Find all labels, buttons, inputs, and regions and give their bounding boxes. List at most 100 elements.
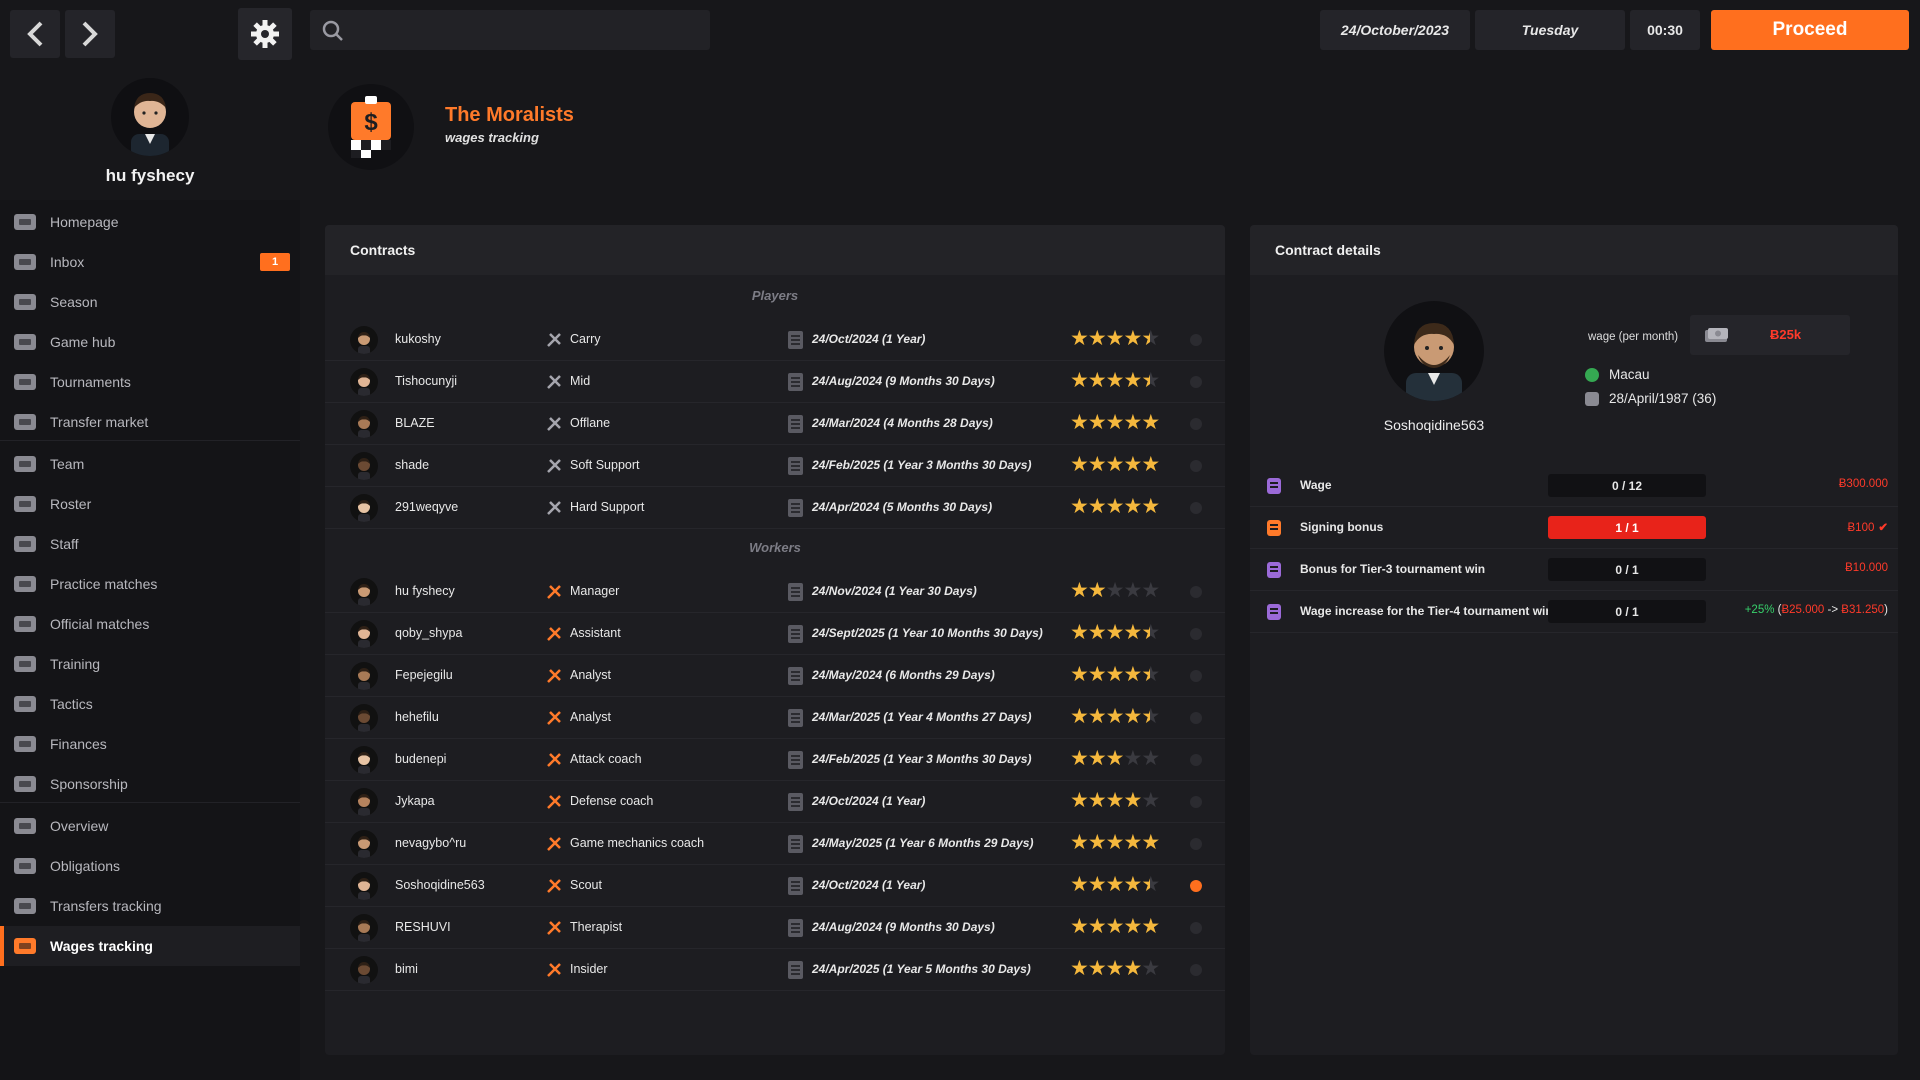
sidebar-item-game-hub[interactable]: Game hub <box>0 322 300 362</box>
term-icon <box>1264 602 1284 622</box>
sidebar-item-label: Transfer market <box>50 414 149 430</box>
top-bar: 24/October/2023 Tuesday 00:30 Proceed <box>0 0 1920 62</box>
selection-indicator[interactable] <box>1190 754 1202 766</box>
sidebar-item-overview[interactable]: Overview <box>0 806 300 846</box>
settings-button[interactable] <box>238 8 292 60</box>
search-bar[interactable] <box>310 10 710 50</box>
search-input[interactable] <box>354 10 704 50</box>
contract-end-date: 24/Sept/2025 (1 Year 10 Months 30 Days) <box>812 626 1043 640</box>
person-name: 291weqyve <box>395 500 459 514</box>
sidebar-item-obligations[interactable]: Obligations <box>0 846 300 886</box>
contract-row[interactable]: Tishocunyji Mid 24/Aug/2024 (9 Months 30 D… <box>325 361 1225 403</box>
gear-icon <box>251 20 279 48</box>
contract-row[interactable]: bimi Insider 24/Apr/2025 (1 Year 5 Months … <box>325 949 1225 991</box>
star-rating: ★★★★★ <box>1070 453 1160 476</box>
selection-indicator[interactable] <box>1190 922 1202 934</box>
selection-indicator[interactable] <box>1190 712 1202 724</box>
star-rating: ★★★★★ <box>1070 915 1160 938</box>
person-name: hehefilu <box>395 710 439 724</box>
contract-end-date: 24/Feb/2025 (1 Year 3 Months 30 Days) <box>812 752 1032 766</box>
sidebar-item-label: Practice matches <box>50 576 158 592</box>
sidebar-item-practice-matches[interactable]: Practice matches <box>0 564 300 604</box>
term-value: Ƀ300.000 <box>1838 478 1888 490</box>
selection-indicator[interactable] <box>1190 334 1202 346</box>
sidebar-item-staff[interactable]: Staff <box>0 524 300 564</box>
sidebar-item-label: Tournaments <box>50 374 131 390</box>
term-label: Signing bonus <box>1300 520 1384 534</box>
selection-indicator[interactable] <box>1190 628 1202 640</box>
contract-row[interactable]: 291weqyve Hard Support 24/Apr/2024 (5 Mont… <box>325 487 1225 529</box>
sidebar-item-roster[interactable]: Roster <box>0 484 300 524</box>
wage-label: wage (per month) <box>1588 331 1679 343</box>
term-label: Wage <box>1300 478 1332 492</box>
back-button[interactable] <box>10 10 60 58</box>
term-value: Ƀ100 ✔ <box>1847 522 1889 534</box>
star-rating: ★★★★★ <box>1070 411 1160 434</box>
term-value: +25% (Ƀ25.000 -> Ƀ31.250) <box>1744 604 1888 616</box>
sidebar-item-team[interactable]: Team <box>0 444 300 484</box>
person-name: kukoshy <box>395 332 441 346</box>
svg-text:$: $ <box>364 109 378 136</box>
sidebar-item-season[interactable]: Season <box>0 282 300 322</box>
avatar <box>350 956 378 984</box>
selection-indicator[interactable] <box>1190 502 1202 514</box>
selection-indicator[interactable] <box>1190 376 1202 388</box>
contract-document-icon <box>788 583 803 601</box>
star-rating: ★★★★★ <box>1070 663 1160 686</box>
sidebar-item-transfer-market[interactable]: Transfer market <box>0 402 300 442</box>
selection-indicator[interactable] <box>1190 796 1202 808</box>
trophy-icon <box>10 370 40 394</box>
contract-end-date: 24/Oct/2024 (1 Year) <box>812 794 926 808</box>
contract-row[interactable]: kukoshy Carry 24/Oct/2024 (1 Year) ★★★★★ <box>325 319 1225 361</box>
transfer-icon <box>10 410 40 434</box>
selection-indicator[interactable] <box>1190 460 1202 472</box>
person-name: hu fyshecy <box>395 584 455 598</box>
proceed-button[interactable]: Proceed <box>1711 10 1909 50</box>
selection-indicator[interactable] <box>1190 880 1202 892</box>
contract-row[interactable]: budenepi Attack coach 24/Feb/2025 (1 Year … <box>325 739 1225 781</box>
star-rating: ★★★★★ <box>1070 369 1160 392</box>
sidebar-item-inbox[interactable]: Inbox 1 <box>0 242 300 282</box>
contract-row[interactable]: Fepejegilu Analyst 24/May/2024 (6 Months 2… <box>325 655 1225 697</box>
birthdate-text: 28/April/1987 (36) <box>1609 391 1717 406</box>
sidebar-item-finances[interactable]: Finances <box>0 724 300 764</box>
forward-button[interactable] <box>65 10 115 58</box>
sidebar-item-tactics[interactable]: Tactics <box>0 684 300 724</box>
contract-row[interactable]: nevagybo^ru Game mechanics coach 24/May/20… <box>325 823 1225 865</box>
check-icon: ✔ <box>1878 522 1888 534</box>
contract-row[interactable]: RESHUVI Therapist 24/Aug/2024 (9 Months 30… <box>325 907 1225 949</box>
selection-indicator[interactable] <box>1190 586 1202 598</box>
contract-row[interactable]: Soshoqidine563 Scout 24/Oct/2024 (1 Year) ★… <box>325 865 1225 907</box>
contract-end-date: 24/Mar/2025 (1 Year 4 Months 27 Days) <box>812 710 1032 724</box>
contract-row[interactable]: hehefilu Analyst 24/Mar/2025 (1 Year 4 Mon… <box>325 697 1225 739</box>
person-name: nevagybo^ru <box>395 836 467 850</box>
avatar[interactable] <box>111 78 189 156</box>
official-match-icon <box>10 612 40 636</box>
sidebar-item-homepage[interactable]: Homepage <box>0 202 300 242</box>
contract-row[interactable]: Jykapa Defense coach 24/Oct/2024 (1 Year) ★… <box>325 781 1225 823</box>
sidebar-item-label: Team <box>50 456 85 472</box>
selection-indicator[interactable] <box>1190 838 1202 850</box>
sidebar-item-transfers-tracking[interactable]: Transfers tracking <box>0 886 300 926</box>
selection-indicator[interactable] <box>1190 670 1202 682</box>
sidebar-item-wages-tracking[interactable]: Wages tracking <box>0 926 300 966</box>
star-rating: ★★★★★ <box>1070 327 1160 350</box>
sidebar-item-sponsorship[interactable]: Sponsorship <box>0 764 300 804</box>
term-progress: 0 / 1 <box>1548 600 1706 623</box>
contract-row[interactable]: qoby_shypa Assistant 24/Sept/2025 (1 Year … <box>325 613 1225 655</box>
term-label: Bonus for Tier-3 tournament win <box>1300 562 1486 576</box>
contracts-panel: Contracts Players kukoshy Carry 24/Oct/202… <box>325 225 1225 1055</box>
selection-indicator[interactable] <box>1190 418 1202 430</box>
sidebar-item-tournaments[interactable]: Tournaments <box>0 362 300 402</box>
contract-row[interactable]: shade Soft Support 24/Feb/2025 (1 Year 3 M… <box>325 445 1225 487</box>
contract-document-icon <box>788 919 803 937</box>
unread-count-badge: 1 <box>260 253 290 271</box>
selection-indicator[interactable] <box>1190 964 1202 976</box>
sidebar-item-label: Game hub <box>50 334 116 350</box>
contract-row[interactable]: BLAZE Offlane 24/Mar/2024 (4 Months 28 Day… <box>325 403 1225 445</box>
contract-row[interactable]: hu fyshecy Manager 24/Nov/2024 (1 Year 30 … <box>325 571 1225 613</box>
sidebar-item-official-matches[interactable]: Official matches <box>0 604 300 644</box>
sidebar-item-training[interactable]: Training <box>0 644 300 684</box>
contract-end-date: 24/Oct/2024 (1 Year) <box>812 878 926 892</box>
wages-logo-icon: $ <box>351 96 391 158</box>
